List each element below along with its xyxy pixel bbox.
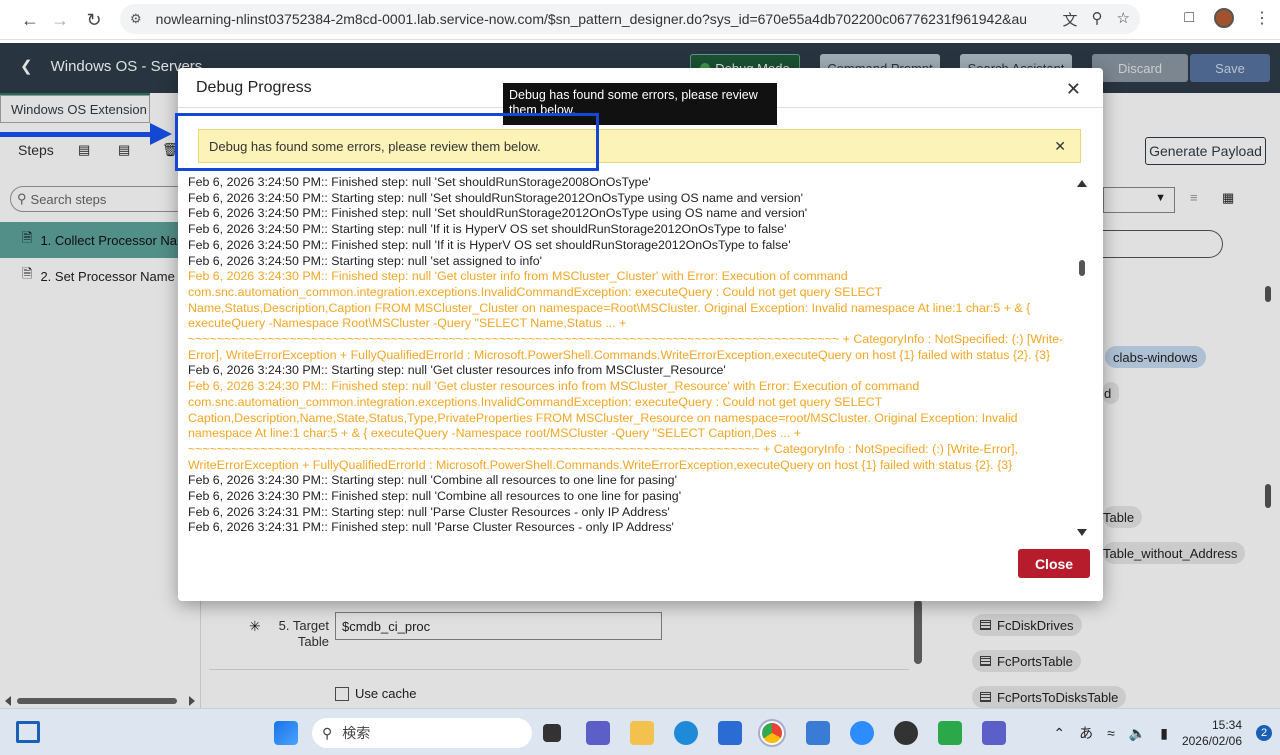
notification-badge[interactable]: 2: [1256, 725, 1272, 741]
log-entry: Feb 6, 2026 3:24:30 PM:: Finished step: …: [188, 489, 682, 504]
store-icon[interactable]: [718, 721, 742, 745]
profile-avatar[interactable]: [1214, 8, 1234, 28]
debug-log[interactable]: Feb 6, 2026 3:24:50 PM:: Finished step: …: [188, 173, 1068, 536]
taskbar-search[interactable]: ⚲ 検索: [312, 718, 532, 748]
log-scrollbar[interactable]: [1076, 178, 1088, 538]
battery-icon[interactable]: ▮: [1160, 725, 1168, 742]
forward-icon[interactable]: →: [46, 6, 74, 34]
clock-time: 15:34: [1211, 718, 1242, 732]
log-entry: Feb 6, 2026 3:24:50 PM:: Starting step: …: [188, 222, 787, 237]
notepad-icon[interactable]: [806, 721, 830, 745]
log-entry: Feb 6, 2026 3:24:30 PM:: Starting step: …: [188, 363, 726, 378]
more-menu-icon[interactable]: ⋮: [1254, 8, 1270, 28]
clock-date: 2026/02/06: [1181, 734, 1242, 748]
log-entry: Feb 6, 2026 3:24:50 PM:: Starting step: …: [188, 190, 803, 205]
teams-chat-icon[interactable]: [586, 721, 610, 745]
windows-taskbar: ⚲ 検索 ⌃ あ ≈ 🔈 ▮ 15:34 2026/02/06 2: [0, 708, 1280, 755]
volume-icon[interactable]: 🔈: [1129, 725, 1146, 742]
log-entry: Feb 6, 2026 3:24:31 PM:: Starting step: …: [188, 504, 670, 519]
log-error-entry: Feb 6, 2026 3:24:30 PM:: Finished step: …: [188, 269, 1064, 362]
clock[interactable]: 15:34 2026/02/06: [1182, 717, 1242, 749]
log-entry: Feb 6, 2026 3:24:31 PM:: Finished step: …: [188, 520, 674, 535]
close-button[interactable]: Close: [1018, 549, 1090, 578]
file-explorer-icon[interactable]: [630, 721, 654, 745]
log-entry: Feb 6, 2026 3:24:30 PM:: Starting step: …: [188, 473, 677, 488]
widgets-icon[interactable]: [16, 721, 40, 743]
annotation-highlight-box: [175, 113, 599, 171]
extensions-icon[interactable]: □: [1184, 9, 1194, 27]
bookmark-star-icon[interactable]: ☆: [1117, 9, 1130, 30]
ime-indicator[interactable]: あ: [1079, 723, 1093, 743]
site-info-icon[interactable]: ⚙: [130, 11, 142, 27]
vpn-app-icon[interactable]: [894, 721, 918, 745]
spreadsheet-icon[interactable]: [938, 721, 962, 745]
log-entry: Feb 6, 2026 3:24:50 PM:: Finished step: …: [188, 175, 651, 189]
close-icon[interactable]: ✕: [1066, 79, 1081, 100]
log-entry: Feb 6, 2026 3:24:50 PM:: Starting step: …: [188, 253, 542, 268]
annotation-arrow-head: [150, 123, 172, 145]
edge-icon[interactable]: [674, 721, 698, 745]
log-entry: Feb 6, 2026 3:24:50 PM:: Finished step: …: [188, 237, 791, 252]
zoom-app-icon[interactable]: [850, 721, 874, 745]
address-bar[interactable]: ⚙ nowlearning-nlinst03752384-2m8cd-0001.…: [120, 4, 1140, 34]
browser-toolbar: ← → ↻ ⚙ nowlearning-nlinst03752384-2m8cd…: [0, 0, 1280, 40]
back-icon[interactable]: ←: [16, 6, 44, 34]
start-icon[interactable]: [274, 721, 298, 745]
chevron-up-icon[interactable]: ⌃: [1053, 725, 1065, 742]
teams-icon[interactable]: [982, 721, 1006, 745]
dialog-title: Debug Progress: [196, 79, 312, 96]
zoom-icon[interactable]: ⚲: [1092, 9, 1103, 30]
reload-icon[interactable]: ↻: [80, 6, 108, 34]
close-button-label: Close: [1034, 555, 1074, 572]
task-view-icon[interactable]: [543, 724, 561, 742]
taskbar-search-label: 検索: [342, 725, 371, 741]
url-text[interactable]: nowlearning-nlinst03752384-2m8cd-0001.la…: [156, 11, 1026, 27]
search-icon: ⚲: [322, 724, 333, 741]
annotation-arrow: [0, 132, 150, 137]
log-error-entry: Feb 6, 2026 3:24:30 PM:: Finished step: …: [188, 379, 1018, 472]
translate-icon[interactable]: 文: [1063, 9, 1078, 30]
chrome-icon[interactable]: [758, 719, 786, 747]
wifi-icon[interactable]: ≈: [1107, 725, 1115, 741]
log-entry: Feb 6, 2026 3:24:50 PM:: Finished step: …: [188, 206, 808, 221]
dismiss-alert-icon[interactable]: ✕: [1054, 138, 1066, 155]
